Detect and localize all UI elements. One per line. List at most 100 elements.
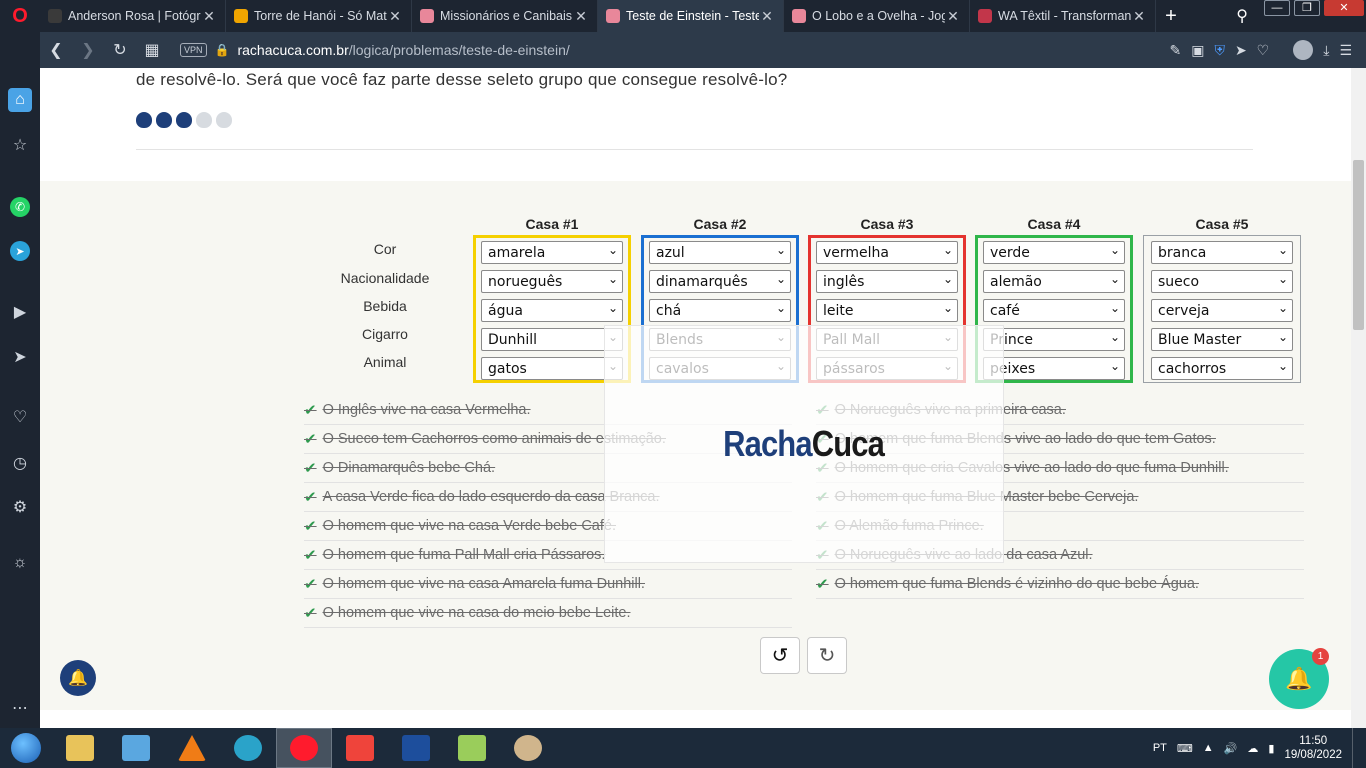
player-icon[interactable]: ▶	[8, 300, 32, 324]
tabs-grid-icon[interactable]: ▦	[136, 40, 168, 60]
attribute-select[interactable]: água ⌄	[481, 299, 623, 322]
heart-icon[interactable]: ♡	[8, 405, 32, 429]
whatsapp-icon[interactable]: ✆	[10, 197, 30, 217]
opera-logo-icon[interactable]: O	[0, 0, 40, 32]
clock[interactable]: 11:50 19/08/2022	[1284, 734, 1342, 762]
brain-icon	[216, 112, 232, 128]
taskbar-file-explorer[interactable]	[52, 728, 108, 768]
taskbar-edge[interactable]	[220, 728, 276, 768]
language-indicator[interactable]: PT	[1153, 742, 1167, 754]
history-icon[interactable]: ◷	[8, 451, 32, 475]
more-icon[interactable]: ⋯	[8, 696, 32, 720]
notification-count-badge: 1	[1312, 648, 1329, 665]
chevron-down-icon: ⌄	[1277, 272, 1288, 286]
taskbar-vlc[interactable]	[164, 728, 220, 768]
heart-icon[interactable]: ♡	[1257, 42, 1270, 59]
browser-tab[interactable]: Missionários e Canibais - ✕	[412, 0, 598, 32]
taskbar-notepad-plus[interactable]	[444, 728, 500, 768]
clue-text: O Dinamarquês bebe Chá.	[322, 460, 496, 476]
signal-icon[interactable]: ▮	[1268, 742, 1274, 755]
camera-icon[interactable]: ▣	[1191, 42, 1204, 59]
attribute-select[interactable]: cachorros ⌄	[1151, 357, 1293, 380]
start-button[interactable]	[0, 728, 52, 768]
minimize-button[interactable]: —	[1264, 0, 1290, 16]
show-desktop-button[interactable]	[1352, 728, 1358, 768]
shield-icon[interactable]: ⛨	[1214, 42, 1225, 59]
telegram-icon[interactable]: ➤	[10, 241, 30, 261]
tray-arrow-icon[interactable]: ▲	[1203, 742, 1214, 754]
profile-avatar[interactable]	[1293, 40, 1314, 60]
attribute-select[interactable]: verde ⌄	[983, 241, 1125, 264]
maximize-button[interactable]: ❐	[1294, 0, 1320, 16]
reload-button[interactable]: ↻	[104, 40, 136, 60]
attribute-select[interactable]: azul ⌄	[649, 241, 791, 264]
attribute-select[interactable]: inglês ⌄	[816, 270, 958, 293]
taskbar-paint[interactable]	[500, 728, 556, 768]
attribute-select[interactable]: cerveja ⌄	[1151, 299, 1293, 322]
tab-close-icon[interactable]: ✕	[1131, 8, 1147, 25]
attribute-select[interactable]: vermelha ⌄	[816, 241, 958, 264]
redo-button[interactable]: ↻	[807, 637, 847, 674]
attribute-select[interactable]: Dunhill⌄	[481, 328, 623, 351]
back-button[interactable]: ❮	[40, 40, 72, 60]
attribute-select[interactable]: gatos⌄	[481, 357, 623, 380]
tab-search-icon[interactable]: ⚲	[1236, 6, 1248, 26]
forward-button[interactable]: ❯	[72, 40, 104, 60]
send-icon[interactable]: ➤	[8, 345, 32, 369]
browser-tab[interactable]: O Lobo e a Ovelha - Jogo ✕	[784, 0, 970, 32]
tab-close-icon[interactable]: ✕	[759, 8, 775, 25]
url-field[interactable]: rachacuca.com.br/logica/problemas/teste-…	[237, 42, 569, 58]
send-icon[interactable]: ➤	[1235, 42, 1247, 59]
star-icon[interactable]: ☆	[8, 133, 32, 157]
page-scrollbar[interactable]	[1351, 68, 1366, 728]
browser-tab[interactable]: WA Têxtil - Transformand ✕	[970, 0, 1156, 32]
cloud-icon[interactable]: ☁	[1247, 742, 1258, 755]
tab-close-icon[interactable]: ✕	[387, 8, 403, 25]
chevron-down-icon: ⌄	[607, 243, 618, 257]
push-notification-bell-icon[interactable]: 🔔	[60, 660, 96, 696]
taskbar-media-player[interactable]	[108, 728, 164, 768]
keyboard-icon[interactable]: ⌨	[1177, 742, 1193, 755]
volume-icon[interactable]: 🔊	[1224, 742, 1238, 755]
browser-tab[interactable]: Anderson Rosa | Fotógrafo✕	[40, 0, 226, 32]
tab-close-icon[interactable]: ✕	[573, 8, 589, 25]
attribute-select[interactable]: dinamarquês ⌄	[649, 270, 791, 293]
attribute-select[interactable]: Prince ⌄	[983, 328, 1125, 351]
home-icon[interactable]: ⌂	[8, 88, 32, 112]
chevron-down-icon: ⌄	[1277, 243, 1288, 257]
taskbar-opera[interactable]	[276, 728, 332, 768]
chevron-down-icon: ⌄	[1109, 243, 1120, 257]
vpn-badge[interactable]: VPN	[180, 43, 207, 57]
edit-icon[interactable]: ✎	[1169, 42, 1181, 59]
attribute-select[interactable]: amarela ⌄	[481, 241, 623, 264]
row-label: Cor	[373, 241, 397, 257]
attribute-select[interactable]: alemão ⌄	[983, 270, 1125, 293]
browser-tab-strip: O Anderson Rosa | Fotógrafo✕Torre de Han…	[0, 0, 1366, 32]
close-window-button[interactable]: ✕	[1324, 0, 1364, 16]
select-value: branca	[1158, 245, 1207, 261]
browser-tab[interactable]: Teste de Einstein - Teste de✕	[598, 0, 784, 32]
attribute-select[interactable]: branca ⌄	[1151, 241, 1293, 264]
download-icon[interactable]: ⤓	[1323, 42, 1329, 59]
scroll-thumb[interactable]	[1353, 160, 1364, 330]
attribute-select[interactable]: sueco ⌄	[1151, 270, 1293, 293]
attribute-select[interactable]: chá ⌄	[649, 299, 791, 322]
browser-tab[interactable]: Torre de Hanói - Só Mate ✕	[226, 0, 412, 32]
gear-icon[interactable]: ⚙	[8, 495, 32, 519]
taskbar-anydesk[interactable]	[332, 728, 388, 768]
attribute-select[interactable]: peixes ⌄	[983, 357, 1125, 380]
attribute-select[interactable]: café ⌄	[983, 299, 1125, 322]
new-tab-button[interactable]: +	[1156, 5, 1186, 28]
lock-icon[interactable]: 🔒	[215, 43, 230, 57]
lightbulb-icon[interactable]: ☼	[8, 551, 32, 575]
taskbar-dev-cpp[interactable]	[388, 728, 444, 768]
tab-close-icon[interactable]: ✕	[201, 8, 217, 25]
tab-close-icon[interactable]: ✕	[945, 8, 961, 25]
house-header: Casa #2	[693, 216, 747, 232]
attribute-select[interactable]: leite ⌄	[816, 299, 958, 322]
attribute-select[interactable]: norueguês ⌄	[481, 270, 623, 293]
select-value: cachorros	[1158, 361, 1227, 377]
attribute-select[interactable]: Blue Master ⌄	[1151, 328, 1293, 351]
undo-button[interactable]: ↺	[760, 637, 800, 674]
menu-icon[interactable]: ☰	[1339, 42, 1352, 59]
